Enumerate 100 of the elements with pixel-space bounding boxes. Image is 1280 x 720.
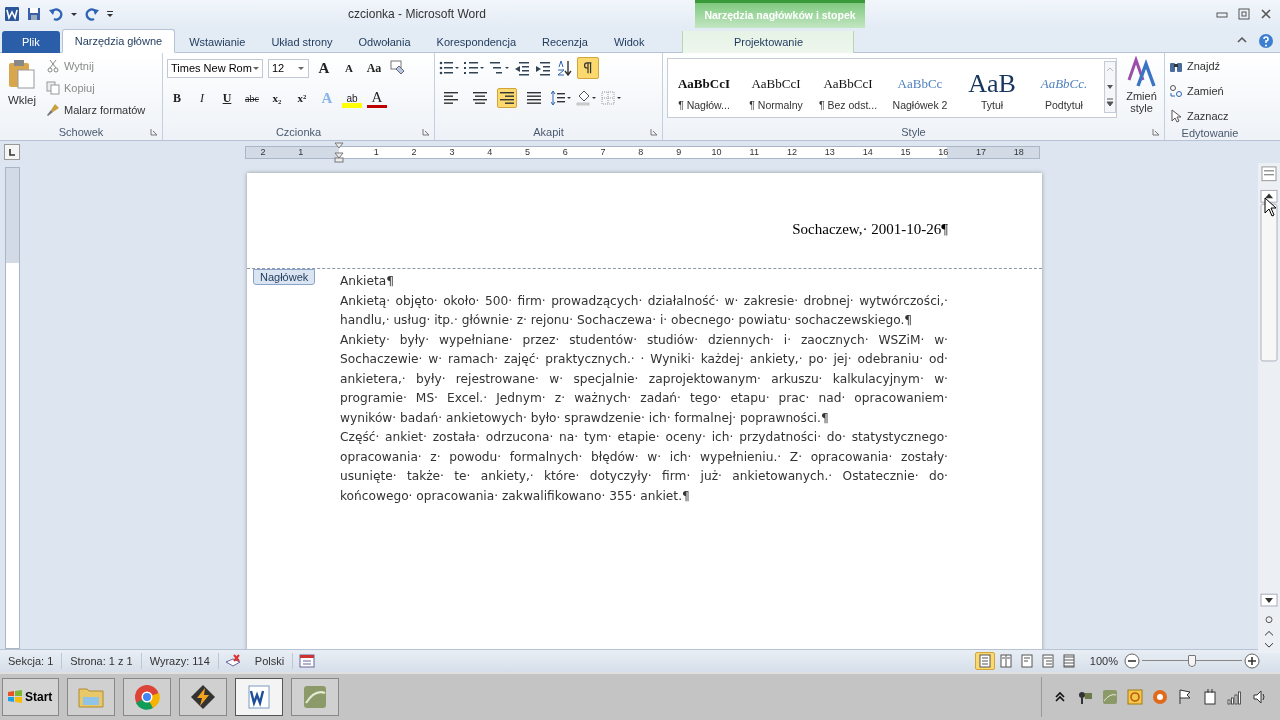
ribbon-tab[interactable]: Korespondencja: [424, 31, 529, 53]
redo-icon[interactable]: [84, 6, 100, 22]
undo-icon[interactable]: [48, 6, 64, 22]
numbered-list-icon[interactable]: [464, 60, 484, 76]
start-button[interactable]: Start: [2, 678, 60, 716]
ruler-number: 16: [937, 146, 950, 158]
body-paragraph: Część· ankiet· została· odrzucona· na· tym· etapie· oceny· ich· przydatności· do· statystycznego· opracowania· z· powodu· formalnych· błędów· w· ich· wypełnieniu.· Z· opracowania· zostały· usunięte· także· te· ankiety,· które· dotyczyły· firm· już· ankietowanych.· Ostatecznie· do· końcowego· opracowania· zakwalifikowano· 355· ankiet.¶: [340, 429, 948, 505]
tray-badge-icon[interactable]: [1127, 689, 1143, 705]
flag-icon[interactable]: [1177, 689, 1193, 705]
zoom-out-icon[interactable]: [1124, 653, 1140, 669]
font-format-button[interactable]: I: [192, 88, 212, 108]
zoom-percentage[interactable]: 100%: [1079, 655, 1124, 667]
change-styles-button[interactable]: Zmień style: [1123, 56, 1160, 124]
header-text: Sochaczew,· 2001-10-26¶: [791, 221, 948, 238]
view-mode-button[interactable]: [974, 652, 995, 670]
font-size-field[interactable]: 12: [268, 58, 309, 78]
ribbon-tab[interactable]: Projektowanie: [682, 31, 855, 53]
decrease-indent-icon[interactable]: [514, 60, 530, 76]
indent-marker-icon[interactable]: [334, 141, 344, 164]
help-icon[interactable]: [1258, 33, 1274, 49]
tab-selector-icon[interactable]: [4, 144, 20, 160]
macro-record-icon[interactable]: [299, 653, 316, 669]
signal-bars-icon[interactable]: [1227, 689, 1243, 705]
ribbon-tab[interactable]: Układ strony: [259, 31, 345, 53]
status-item[interactable]: Sekcja: 1: [0, 653, 63, 669]
sort-icon[interactable]: [556, 60, 572, 76]
style-item[interactable]: AaBbCc Nagłówek 2: [884, 59, 956, 117]
customize-toolbar-icon[interactable]: [106, 10, 114, 18]
increase-indent-icon[interactable]: [535, 60, 551, 76]
align-lines-icon: [473, 91, 487, 105]
font-format-button[interactable]: abc: [242, 88, 262, 108]
ribbon-tab[interactable]: Widok: [601, 31, 657, 53]
shading-bucket-icon[interactable]: [576, 90, 596, 106]
zoom-in-icon[interactable]: [1244, 653, 1260, 669]
line-spacing-icon[interactable]: [551, 90, 571, 106]
font-format-button[interactable]: x²: [292, 88, 312, 108]
ring-icon[interactable]: [1152, 689, 1168, 705]
zoom-slider-thumb[interactable]: [1188, 655, 1196, 667]
font-format-button[interactable]: U: [217, 88, 237, 108]
style-item[interactable]: AaB Tytuł: [956, 59, 1028, 117]
style-item[interactable]: AaBbCc. Podtytuł: [1028, 59, 1100, 117]
alignment-button[interactable]: [497, 88, 517, 108]
zoom-slider[interactable]: [1142, 654, 1242, 668]
font-format-button[interactable]: Aa: [364, 58, 384, 78]
paste-button[interactable]: Wklej: [4, 56, 40, 124]
page-view-icon: [1061, 654, 1076, 668]
clipboard-action[interactable]: Wytnij: [46, 56, 146, 75]
dialog-launcher-icon[interactable]: [1152, 128, 1160, 136]
ribbon-tab[interactable]: Narzędzia główne: [61, 29, 176, 53]
font-format-button[interactable]: B: [167, 88, 187, 108]
taskbar-app-button[interactable]: [179, 678, 228, 716]
status-item[interactable]: Strona: 1 z 1: [62, 653, 142, 669]
webcam-icon[interactable]: [1077, 689, 1093, 705]
dialog-launcher-icon[interactable]: [650, 128, 658, 136]
style-item[interactable]: AaBbCcI ¶ Nagłów...: [668, 59, 740, 117]
font-format-button[interactable]: A: [314, 58, 334, 78]
status-item[interactable]: Wyrazy: 114: [141, 653, 219, 669]
font-format-button[interactable]: A: [339, 58, 359, 78]
style-item[interactable]: AaBbCcI ¶ Normalny: [740, 59, 812, 117]
close-icon[interactable]: [1260, 8, 1272, 20]
ribbon-tab[interactable]: Odwołania: [346, 31, 423, 53]
restore-icon[interactable]: [1238, 8, 1250, 20]
clear-formatting-icon[interactable]: [389, 60, 405, 76]
taskbar-app-button[interactable]: [235, 678, 284, 716]
gallery-scroll-icon[interactable]: [1104, 59, 1116, 115]
font-format-button[interactable]: x₂: [267, 88, 287, 108]
page-view-icon: [977, 654, 992, 668]
contextual-tab-header: Narzędzia nagłówków i stopek: [695, 0, 865, 28]
font-name-field[interactable]: Times New Rom: [167, 58, 263, 78]
ribbon-tab[interactable]: Recenzja: [530, 31, 600, 53]
multilevel-list-icon[interactable]: [489, 60, 509, 76]
copy-icon: [46, 80, 60, 95]
editing-action[interactable]: Znajdź: [1169, 56, 1251, 75]
ruler-number: 12: [786, 146, 799, 158]
power-plug-icon[interactable]: [1202, 689, 1218, 705]
dropdown-caret-icon[interactable]: [70, 10, 78, 18]
editing-action[interactable]: Zamień: [1169, 81, 1251, 100]
editing-action[interactable]: Zaznacz: [1169, 106, 1251, 125]
vertical-scrollbar[interactable]: [1258, 163, 1280, 653]
page-view-icon: [1040, 654, 1055, 668]
bullet-list-icon[interactable]: [439, 60, 459, 76]
clipboard-action[interactable]: Malarz formatów: [46, 100, 146, 119]
style-item[interactable]: AaBbCcI ¶ Bez odst...: [812, 59, 884, 117]
language-indicator[interactable]: Polski: [246, 653, 294, 669]
lightning-bolt-icon: [189, 683, 218, 711]
browser-icon: [133, 683, 162, 711]
proofing-book-icon[interactable]: [224, 653, 241, 669]
window-title: czcionka - Microsoft Word: [348, 7, 486, 21]
ribbon-tab[interactable]: Wstawianie: [177, 31, 258, 53]
show-formatting-marks-button[interactable]: [577, 57, 599, 79]
group-label: Edytowanie: [1181, 126, 1239, 139]
font-format-button[interactable]: A: [367, 88, 387, 108]
speaker-icon[interactable]: [1252, 689, 1268, 705]
body-paragraph: Ankietą· objęto· około· 500· firm· prowadzących· działalność· w· zakresie· drobnej· wytwórczości,· handlu,· usług· itp.· głównie· z· rejonu· Sochaczewa· i· obecnego· powiatu· sochaczewskiego.¶: [340, 292, 948, 329]
save-icon[interactable]: [26, 6, 42, 22]
word-logo-icon[interactable]: [4, 6, 20, 22]
ribbon-tab[interactable]: Plik: [2, 31, 60, 53]
dialog-launcher-icon[interactable]: [422, 128, 430, 136]
replace-icon: [1169, 83, 1183, 98]
dialog-launcher-icon[interactable]: [150, 128, 158, 136]
